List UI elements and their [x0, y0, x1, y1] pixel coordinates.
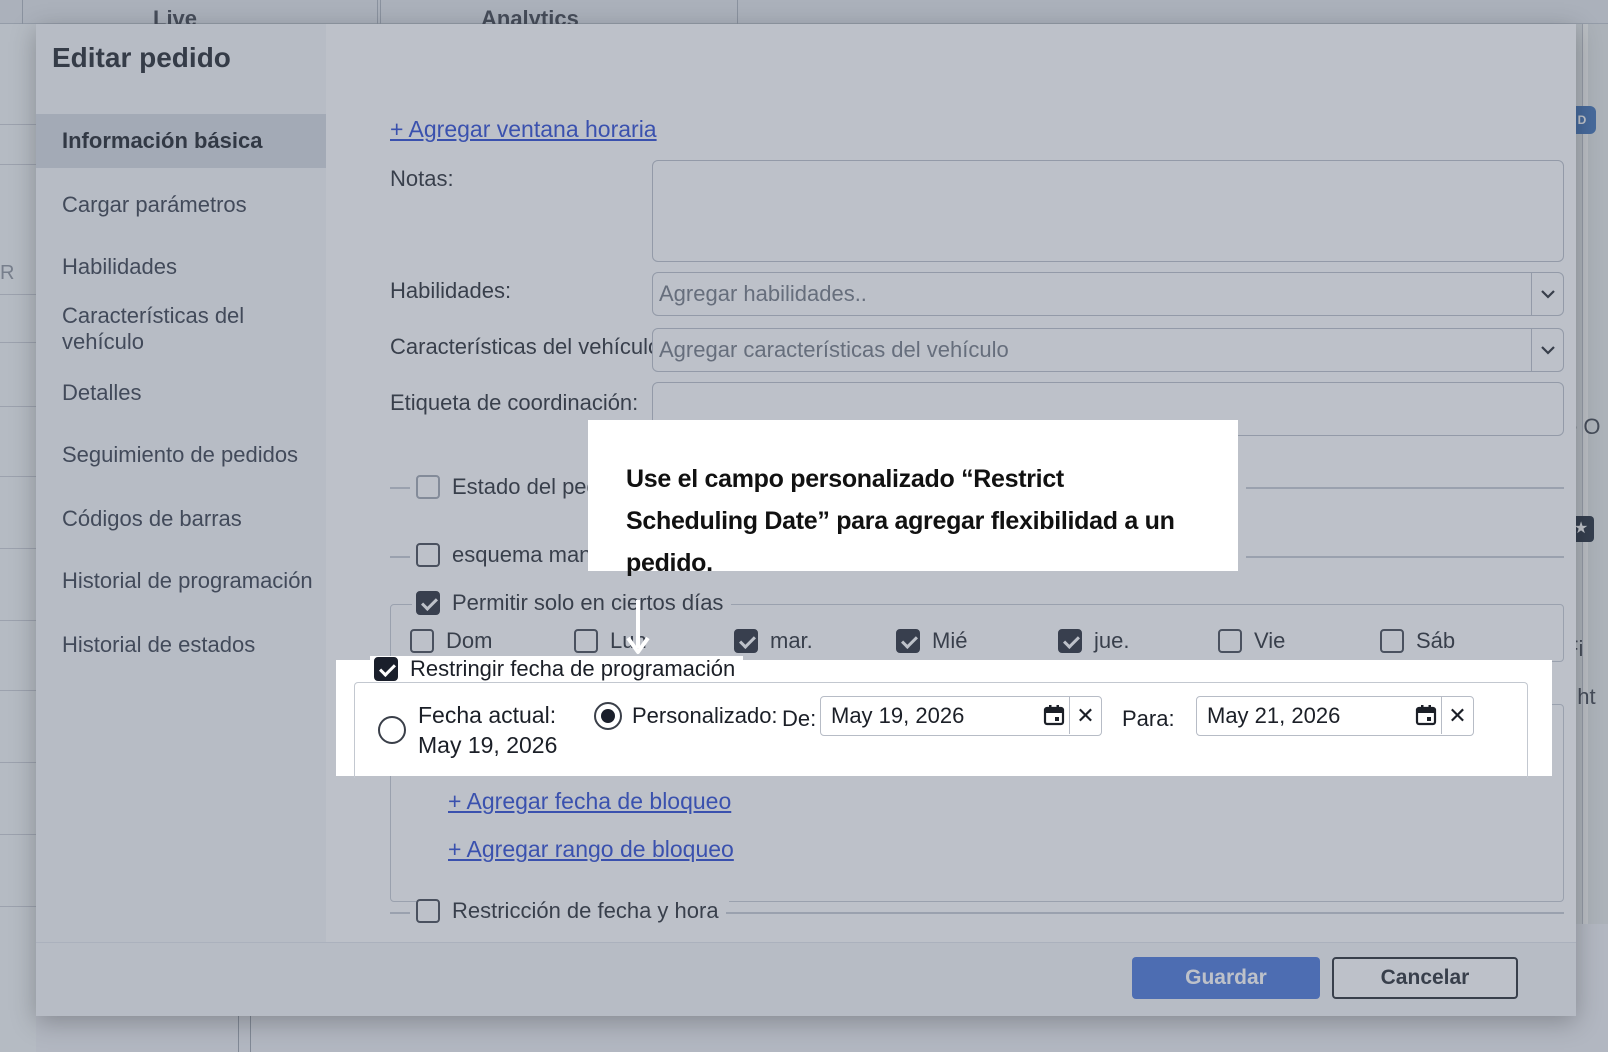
from-date-input[interactable]: May 19, 2026 ✕	[820, 696, 1102, 736]
arrow-down-icon	[626, 600, 650, 654]
day-option-thu[interactable]: jue.	[1058, 628, 1129, 654]
order-status-checkbox[interactable]	[416, 475, 440, 499]
sidebar-item-label: Cargar parámetros	[62, 192, 247, 217]
add-time-window-link[interactable]: + Agregar ventana horaria	[390, 116, 657, 143]
divider	[390, 912, 410, 914]
day-checkbox[interactable]	[1380, 629, 1404, 653]
divider	[726, 912, 1564, 914]
tutorial-callout: Use el campo personalizado “Restrict Sch…	[588, 420, 1238, 577]
to-label: Para:	[1122, 706, 1175, 731]
custom-date-radio[interactable]	[594, 702, 622, 730]
restrict-date-checkbox[interactable]	[374, 657, 398, 681]
divider	[390, 556, 410, 558]
vehicle-features-placeholder: Agregar características del vehículo	[659, 337, 1009, 362]
restrict-date-option[interactable]: Restringir fecha de programación	[370, 656, 744, 682]
restrict-date-highlight: Restringir fecha de programación Fecha a…	[336, 656, 1552, 778]
manual-schema-checkbox[interactable]	[416, 543, 440, 567]
date-time-restriction-label: Restricción de fecha y hora	[452, 898, 719, 923]
custom-date-option[interactable]: Personalizado:	[594, 702, 778, 730]
allowed-days-option[interactable]: Permitir solo en ciertos días	[412, 590, 732, 616]
day-option-fri[interactable]: Vie	[1218, 628, 1285, 654]
day-checkbox[interactable]	[574, 629, 598, 653]
save-button[interactable]: Guardar	[1132, 957, 1320, 999]
vehicle-features-select[interactable]: Agregar características del vehículo	[652, 328, 1564, 372]
notes-textarea[interactable]	[652, 160, 1564, 262]
sidebar-item-label: Detalles	[62, 380, 142, 405]
custom-date-label: Personalizado:	[632, 703, 778, 728]
date-time-restriction-checkbox[interactable]	[416, 899, 440, 923]
day-label: Sáb	[1416, 628, 1456, 653]
day-label: Vie	[1254, 628, 1286, 653]
current-date-text: Fecha actual: May 19, 2026	[418, 700, 557, 760]
sidebar-item-label: Características del vehículo	[62, 303, 245, 354]
sidebar-item-label: Seguimiento de pedidos	[62, 442, 299, 467]
notes-label: Notas:	[390, 166, 454, 191]
day-checkbox[interactable]	[1218, 629, 1242, 653]
skills-label: Habilidades:	[390, 278, 512, 303]
modal-title: Editar pedido	[52, 42, 231, 73]
day-checkbox[interactable]	[896, 629, 920, 653]
coordination-label: Etiqueta de coordinación:	[390, 390, 639, 415]
divider	[390, 487, 410, 489]
sidebar-item-vehicle-features[interactable]: Características del vehículo	[36, 302, 326, 356]
callout-text: Use el campo personalizado “Restrict Sch…	[626, 465, 1175, 577]
add-block-date-link[interactable]: + Agregar fecha de bloqueo	[448, 788, 731, 815]
day-label: Dom	[446, 628, 493, 653]
day-label: jue.	[1094, 628, 1130, 653]
allowed-days-label: Permitir solo en ciertos días	[452, 590, 724, 615]
sidebar-item-scheduling-history[interactable]: Historial de programación	[36, 554, 326, 608]
sidebar-item-status-history[interactable]: Historial de estados	[36, 618, 326, 672]
calendar-icon[interactable]	[1043, 704, 1065, 726]
chevron-down-icon[interactable]	[1531, 273, 1563, 315]
current-date-value: May 19, 2026	[418, 732, 558, 758]
day-checkbox[interactable]	[734, 629, 758, 653]
from-date-value: May 19, 2026	[831, 703, 965, 728]
sidebar-item-barcodes[interactable]: Códigos de barras	[36, 492, 326, 546]
date-time-restriction-option[interactable]: Restricción de fecha y hora	[416, 898, 729, 924]
cancel-button[interactable]: Cancelar	[1332, 957, 1518, 999]
divider	[1246, 556, 1564, 558]
skills-select[interactable]: Agregar habilidades..	[652, 272, 1564, 316]
to-date-input[interactable]: May 21, 2026 ✕	[1196, 696, 1474, 736]
sidebar-item-label: Códigos de barras	[62, 506, 242, 531]
sidebar-item-label: Historial de programación	[62, 568, 313, 593]
day-option-sun[interactable]: Dom	[410, 628, 492, 654]
allowed-days-checkbox[interactable]	[416, 591, 440, 615]
modal-footer: Guardar Cancelar	[36, 942, 1576, 1016]
sidebar-item-label: Información básica	[62, 128, 263, 153]
sidebar-item-basic-info[interactable]: Información básica	[36, 114, 326, 168]
clear-to-date-icon[interactable]: ✕	[1441, 697, 1473, 734]
restrict-date-label: Restringir fecha de programación	[410, 656, 736, 681]
modal-sidebar: Editar pedido Información básica Cargar …	[36, 24, 326, 942]
sidebar-item-load-params[interactable]: Cargar parámetros	[36, 178, 326, 232]
skills-placeholder: Agregar habilidades..	[659, 281, 867, 306]
sidebar-item-label: Historial de estados	[62, 632, 256, 657]
day-label: Mié	[932, 628, 968, 653]
current-date-option[interactable]: Fecha actual: May 19, 2026	[378, 700, 557, 760]
divider	[1246, 487, 1564, 489]
day-checkbox[interactable]	[1058, 629, 1082, 653]
day-checkbox[interactable]	[410, 629, 434, 653]
day-label: mar.	[770, 628, 813, 653]
vehicle-features-label: Características del vehículo:	[390, 334, 667, 359]
to-date-value: May 21, 2026	[1207, 703, 1341, 728]
sidebar-item-order-tracking[interactable]: Seguimiento de pedidos	[36, 428, 326, 482]
clear-from-date-icon[interactable]: ✕	[1069, 697, 1101, 734]
sidebar-item-label: Habilidades	[62, 254, 177, 279]
sidebar-item-details[interactable]: Detalles	[36, 366, 326, 420]
current-date-label: Fecha actual:	[418, 702, 557, 728]
day-option-tue[interactable]: mar.	[734, 628, 813, 654]
from-label: De:	[782, 706, 817, 731]
calendar-icon[interactable]	[1415, 704, 1437, 726]
sidebar-item-skills[interactable]: Habilidades	[36, 240, 326, 294]
chevron-down-icon[interactable]	[1531, 329, 1563, 371]
day-option-wed[interactable]: Mié	[896, 628, 967, 654]
day-option-sat[interactable]: Sáb	[1380, 628, 1455, 654]
current-date-radio[interactable]	[378, 716, 406, 744]
add-block-range-link[interactable]: + Agregar rango de bloqueo	[448, 836, 734, 863]
